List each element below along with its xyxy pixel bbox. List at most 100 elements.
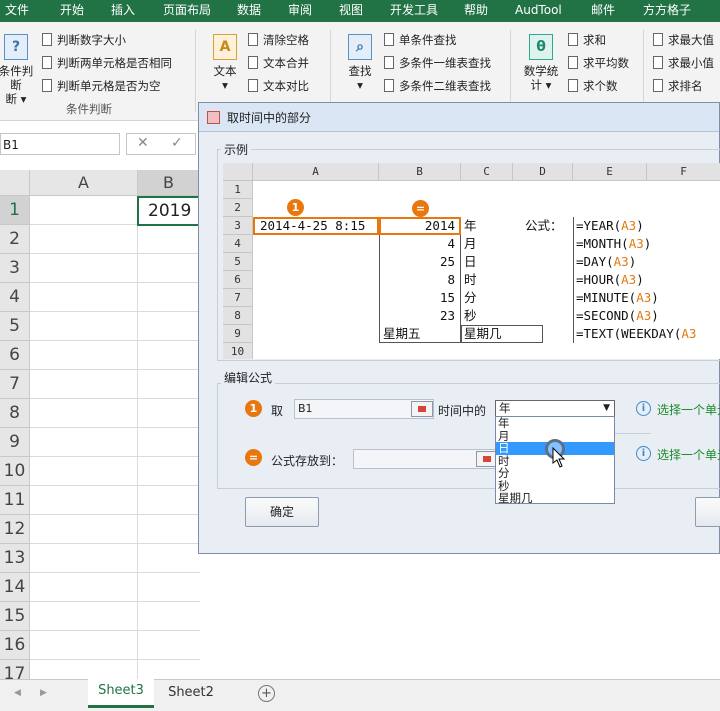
find-label: 查找 [348, 64, 372, 78]
cancel-button[interactable] [695, 497, 720, 527]
min-item[interactable]: 求最小值 [653, 54, 714, 72]
row-header[interactable]: 11 [0, 486, 30, 515]
mini-row-header: 6 [223, 271, 253, 289]
time-part-select[interactable]: 年 ▼ [495, 400, 615, 417]
cancel-icon[interactable]: ✕ [137, 135, 149, 151]
ribbon-separator [195, 30, 196, 112]
mini-formula: =TEXT(WEEKDAY(A3 [576, 325, 696, 343]
select-all-corner[interactable] [0, 170, 30, 196]
menu-file[interactable]: 文件 [5, 0, 29, 22]
row-header[interactable]: 16 [0, 631, 30, 660]
menu-layout[interactable]: 页面布局 [163, 0, 211, 22]
mini-col-d: D [513, 163, 573, 181]
find-button[interactable]: ⌕ 查找 ▾ [342, 34, 378, 92]
mini-c-cell: 分 [464, 290, 477, 305]
dialog-titlebar: 取时间中的部分 [199, 103, 719, 132]
clear-spaces[interactable]: 清除空格 [248, 31, 309, 49]
row-header[interactable]: 9 [0, 428, 30, 457]
col-header-b[interactable]: B [138, 170, 200, 196]
col-header-a[interactable]: A [30, 170, 138, 196]
menu-developer[interactable]: 开发工具 [390, 0, 438, 22]
count-item[interactable]: 求个数 [568, 77, 618, 95]
gridline [30, 398, 200, 399]
time-part-option[interactable]: 年 [496, 417, 614, 430]
row-header[interactable]: 10 [0, 457, 30, 486]
ribbon-separator [510, 30, 511, 112]
judge-number-size[interactable]: 判断数字大小 [42, 31, 126, 49]
mini-formula: =DAY(A3) [576, 253, 636, 271]
single-lookup[interactable]: 单条件查找 [384, 31, 457, 49]
row-header[interactable]: 3 [0, 254, 30, 283]
row-header[interactable]: 4 [0, 283, 30, 312]
mini-c-cell: 日 [464, 254, 477, 269]
text-label: 文本 [213, 64, 237, 78]
row-header[interactable]: 13 [0, 544, 30, 573]
enter-icon[interactable]: ✓ [171, 135, 183, 151]
formula-close: ) [636, 218, 644, 233]
menu-help[interactable]: 帮助 [464, 0, 488, 22]
rank-item[interactable]: 求排名 [653, 77, 703, 95]
menu-ffcell[interactable]: 方方格子 [643, 0, 691, 22]
mini-b-cell: 25 [439, 254, 455, 269]
row-header[interactable]: 7 [0, 370, 30, 399]
tab-prev-icon[interactable]: ◀ [14, 688, 21, 698]
mini-d3: 公式： [525, 218, 563, 233]
judge-empty-cell[interactable]: 判断单元格是否为空 [42, 77, 161, 95]
max-item[interactable]: 求最大值 [653, 31, 714, 49]
menu-insert[interactable]: 插入 [111, 0, 135, 22]
tab-next-icon[interactable]: ▶ [40, 688, 47, 698]
row-header[interactable]: 14 [0, 573, 30, 602]
row-header[interactable]: 5 [0, 312, 30, 341]
text-button[interactable]: A 文本 ▾ [206, 34, 244, 92]
multi-1d-lookup[interactable]: 多条件一维表查找 [384, 54, 491, 72]
sum-item[interactable]: 求和 [568, 31, 606, 49]
ribbon-separator [330, 30, 331, 112]
formula-func: =SECOND( [576, 308, 637, 323]
tab-sheet2[interactable]: Sheet2 [160, 682, 222, 706]
judge-same-cells[interactable]: 判断两单元格是否相同 [42, 54, 172, 72]
condition-button[interactable]: ? 条件判断 断 ▾ [0, 34, 36, 106]
info-icon: i [636, 401, 651, 416]
formula-func: =MONTH( [576, 236, 629, 251]
ribbon-separator [643, 30, 644, 112]
row-header[interactable]: 6 [0, 341, 30, 370]
checkbox-icon [384, 33, 394, 46]
name-box[interactable]: B1 [0, 133, 120, 155]
menu-view[interactable]: 视图 [339, 0, 363, 22]
menu-audtool[interactable]: AudTool [515, 0, 562, 22]
mini-row-header: 1 [223, 181, 253, 199]
math-stat-sub: 计 ▾ [530, 78, 552, 92]
row-header[interactable]: 8 [0, 399, 30, 428]
menu-home[interactable]: 开始 [60, 0, 84, 22]
math-stat-button[interactable]: θ 数学统 计 ▾ [520, 34, 562, 92]
gridline [30, 630, 200, 631]
multi-2d-lookup[interactable]: 多条件二维表查找 [384, 77, 491, 95]
row-header[interactable]: 15 [0, 602, 30, 631]
ok-button[interactable]: 确定 [245, 497, 319, 527]
average-item[interactable]: 求平均数 [568, 54, 629, 72]
edit-formula-legend: 编辑公式 [221, 369, 276, 386]
formula-ref: A3 [621, 218, 637, 233]
menu-data[interactable]: 数据 [237, 0, 261, 22]
text-compare[interactable]: 文本对比 [248, 77, 309, 95]
menu-review[interactable]: 审阅 [288, 0, 312, 22]
hint-store-target: 选择一个单元 [657, 448, 720, 462]
text-merge[interactable]: 文本合并 [248, 54, 309, 72]
tab-sheet3[interactable]: Sheet3 [88, 679, 154, 708]
row-header[interactable]: 1 [0, 196, 30, 225]
range-picker-icon[interactable] [411, 401, 433, 417]
menu-mail[interactable]: 邮件 [591, 0, 615, 22]
condition-sub: 断 ▾ [5, 92, 27, 106]
formula-ref: A3 [636, 290, 652, 305]
mini-c-cell: 年 [464, 218, 477, 233]
formula-close: ) [643, 236, 652, 251]
formula-func: =DAY( [576, 254, 614, 269]
row-header[interactable]: 2 [0, 225, 30, 254]
add-sheet-icon[interactable]: + [258, 685, 275, 702]
row-header[interactable]: 12 [0, 515, 30, 544]
cell-b1[interactable]: 2019 [137, 196, 200, 226]
mini-b-cell: 15 [439, 290, 455, 305]
formula-ref: A3 [681, 326, 697, 341]
text-icon: A [213, 34, 237, 60]
time-part-option[interactable]: 星期几 [496, 492, 614, 505]
